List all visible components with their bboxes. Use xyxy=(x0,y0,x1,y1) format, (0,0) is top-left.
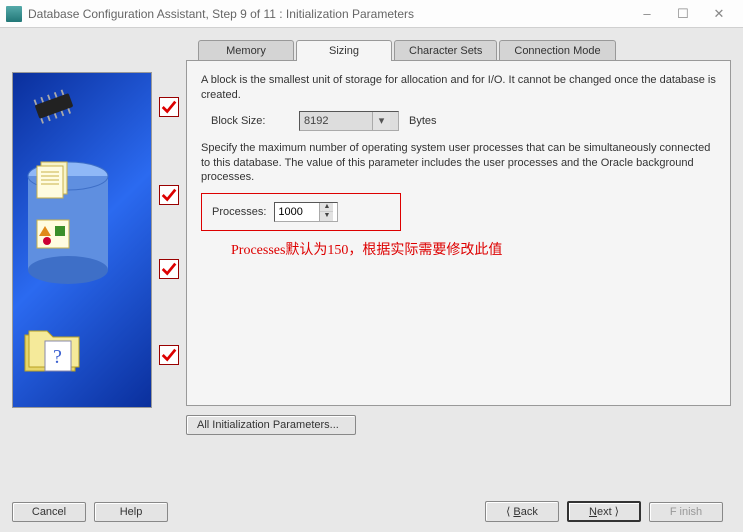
tab-memory[interactable]: Memory xyxy=(198,40,294,61)
tab-bar: Memory Sizing Character Sets Connection … xyxy=(186,40,731,61)
all-init-params-button[interactable]: All Initialization Parameters... xyxy=(186,415,356,435)
app-icon xyxy=(6,6,22,22)
cancel-button[interactable]: Cancel xyxy=(12,502,86,522)
block-size-unit: Bytes xyxy=(409,115,437,127)
step-check-icon xyxy=(159,345,179,365)
processes-description: Specify the maximum number of operating … xyxy=(201,141,716,186)
processes-spinner[interactable]: ▲ ▼ xyxy=(274,202,338,222)
database-icon xyxy=(23,158,113,288)
step-check-icon xyxy=(159,97,179,117)
processes-highlight: Processes: ▲ ▼ xyxy=(201,193,401,231)
minimize-button[interactable]: – xyxy=(629,2,665,26)
block-size-value xyxy=(300,113,372,129)
svg-text:?: ? xyxy=(53,346,62,368)
chevron-right-icon: ⟩ xyxy=(615,505,619,518)
folder-question-icon: ? xyxy=(21,321,91,381)
step-check-icon xyxy=(159,185,179,205)
wizard-preview-image: ? xyxy=(12,72,152,408)
processes-input[interactable] xyxy=(275,204,319,220)
title-bar: Database Configuration Assistant, Step 9… xyxy=(0,0,743,28)
finish-label: inish xyxy=(680,506,703,518)
tab-connection-mode[interactable]: Connection Mode xyxy=(499,40,615,61)
back-button[interactable]: ⟨ Back xyxy=(485,501,559,522)
processes-label: Processes: xyxy=(212,206,266,218)
close-button[interactable]: ✕ xyxy=(701,2,737,26)
content-area: Memory Sizing Character Sets Connection … xyxy=(186,40,731,435)
next-label: ext xyxy=(597,506,612,518)
block-size-combo[interactable]: ▾ xyxy=(299,111,399,131)
next-button[interactable]: Next ⟩ xyxy=(567,501,641,522)
window-title: Database Configuration Assistant, Step 9… xyxy=(28,7,414,21)
spinner-up-icon[interactable]: ▲ xyxy=(320,203,333,212)
block-description: A block is the smallest unit of storage … xyxy=(201,73,716,103)
block-size-label: Block Size: xyxy=(211,115,289,127)
finish-button[interactable]: Finish xyxy=(649,502,723,522)
chevron-left-icon: ⟨ xyxy=(506,505,510,518)
annotation-text: Processes默认为150，根据实际需要修改此值 xyxy=(231,241,611,261)
chip-icon xyxy=(27,85,81,127)
step-check-icon xyxy=(159,259,179,279)
tab-character-sets[interactable]: Character Sets xyxy=(394,40,497,61)
back-label: ack xyxy=(521,506,538,518)
sizing-panel: A block is the smallest unit of storage … xyxy=(186,60,731,406)
wizard-sidebar: ? xyxy=(12,40,172,435)
maximize-button[interactable]: ☐ xyxy=(665,2,701,26)
chevron-down-icon: ▾ xyxy=(372,112,390,130)
tab-sizing[interactable]: Sizing xyxy=(296,40,392,61)
nav-bar: Cancel Help ⟨ Back Next ⟩ Finish xyxy=(12,501,731,522)
help-button[interactable]: Help xyxy=(94,502,168,522)
spinner-down-icon[interactable]: ▼ xyxy=(320,212,333,221)
